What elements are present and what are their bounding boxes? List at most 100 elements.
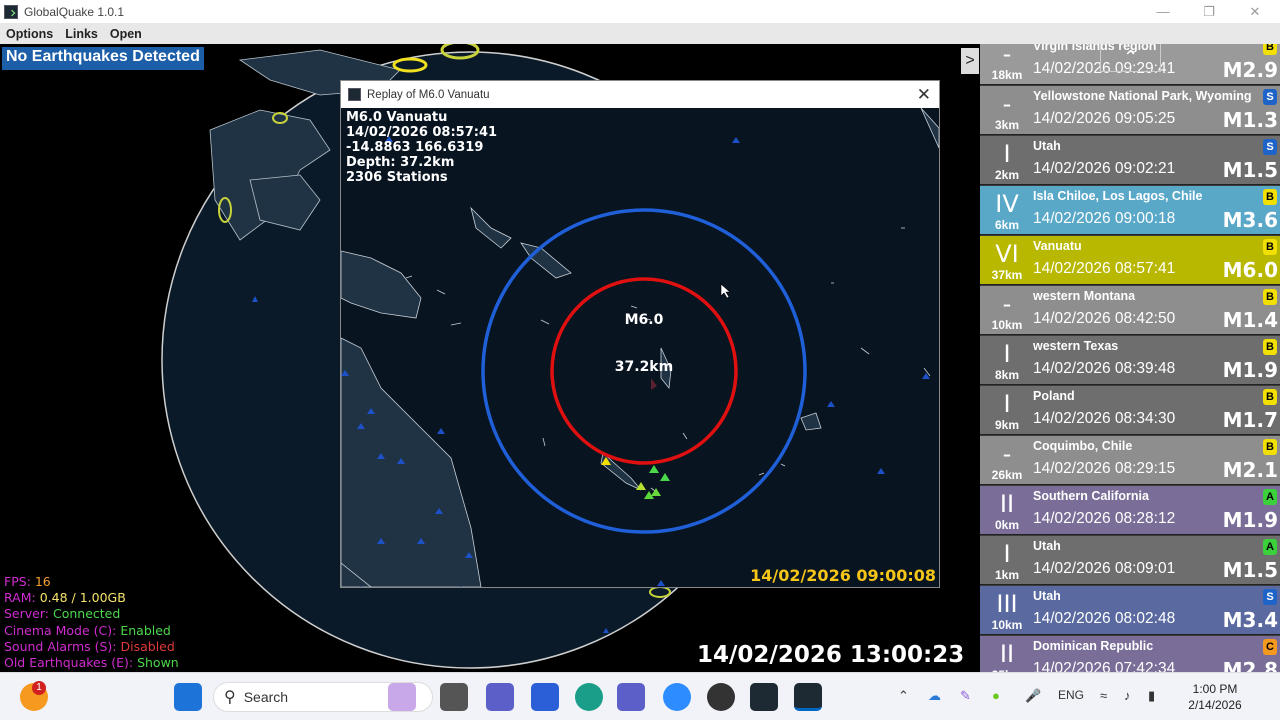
earthquake-intensity: VI (995, 240, 1019, 268)
earthquake-row[interactable]: I 1km Utah 14/02/2026 08:09:01 M1.5 A (980, 536, 1280, 585)
app-tray-icon[interactable]: ● (992, 688, 1000, 703)
fps-value: 16 (34, 574, 51, 589)
event-coordinates: -14.8863 166.6319 (346, 140, 484, 155)
volume-icon[interactable]: ♪ (1124, 688, 1131, 703)
utc-clock: 14/02/2026 13:00:23 (697, 642, 965, 668)
wifi-icon[interactable]: ≈ (1100, 688, 1107, 703)
earthquake-source-badge: A (1263, 539, 1277, 555)
teams-icon[interactable] (617, 683, 645, 711)
earthquake-row[interactable]: I 8km western Texas 14/02/2026 08:39:48 M1.9… (980, 336, 1280, 385)
earthquake-intensity: II (999, 640, 1015, 668)
taskbar: 1 ⚲ Search ⌃ ☁ ✎ ● 🎤 ENG ≈ ♪ ▮ 1:00 PM 2… (0, 672, 1280, 720)
earthquake-intensity: I (1003, 140, 1011, 168)
sound-value: Disabled (120, 638, 175, 654)
earthquake-source-badge: S (1263, 89, 1277, 105)
earthquake-row[interactable]: I 2km Utah 14/02/2026 09:02:21 M1.5 S (980, 136, 1280, 185)
earthquake-magnitude: M1.4 (1222, 308, 1278, 332)
earthquake-time: 14/02/2026 08:09:01 (1033, 560, 1176, 577)
earthquake-row[interactable]: -26km Coquimbo, Chile 14/02/2026 08:29:15 M… (980, 436, 1280, 485)
file-explorer-icon[interactable] (440, 683, 468, 711)
earthquake-time: 14/02/2026 09:00:18 (1033, 210, 1176, 227)
earthquake-source-badge: B (1263, 339, 1277, 355)
earthquake-row[interactable]: II25kmDominican Republic14/02/2026 07:42… (980, 636, 1280, 672)
start-icon[interactable] (174, 683, 202, 711)
earthquake-source-badge: C (1263, 639, 1277, 655)
toggle-list-button[interactable]: > (961, 48, 979, 74)
close-dialog-button[interactable]: ✕ (917, 85, 931, 105)
app-icon (348, 88, 361, 101)
teams-chat-icon[interactable] (486, 683, 514, 711)
ram-value: 0.48 / 1.00GB (39, 590, 126, 606)
earthquake-depth: 8km (994, 368, 1020, 382)
zoom-icon[interactable] (663, 683, 691, 711)
earthquake-region: Coquimbo, Chile (1033, 439, 1133, 453)
replay-time: 14/02/2026 09:00:08 (750, 566, 936, 585)
earthquake-magnitude: M3.4 (1222, 608, 1278, 632)
maximize-button[interactable]: ❐ (1186, 0, 1232, 23)
pen-icon[interactable]: ✎ (960, 688, 971, 704)
replay-dialog-titlebar: Replay of M6.0 Vanuatu ✕ (341, 81, 939, 108)
widget-icon[interactable] (388, 683, 416, 711)
earthquake-depth: 18km (991, 68, 1023, 82)
old-quakes-value: Shown (137, 655, 179, 671)
battery-icon[interactable]: ▮ (1148, 688, 1155, 704)
event-title: M6.0 Vanuatu (346, 110, 448, 125)
earthquake-row[interactable]: -10km western Montana 14/02/2026 08:42:50 M… (980, 286, 1280, 335)
earthquake-list[interactable]: -18km Virgin Islands region 14/02/2026 09:… (980, 44, 1280, 672)
earthquake-magnitude: M1.9 (1222, 508, 1278, 532)
language-indicator[interactable]: ENG (1058, 688, 1084, 702)
minimize-button[interactable]: — (1140, 0, 1186, 23)
app-icon (4, 4, 18, 19)
earthquake-region: Yellowstone National Park, Wyoming (1033, 89, 1252, 103)
earthquake-intensity: - (1002, 90, 1012, 118)
microphone-icon[interactable]: 🎤 (1025, 688, 1041, 704)
earthquake-magnitude: M1.5 (1222, 558, 1278, 582)
earthquake-region: Utah (1033, 589, 1061, 603)
stats-overlay: FPS: 16 RAM: 0.48 / 1.00GB Server: Conne… (4, 574, 179, 671)
earthquake-region: Dominican Republic (1033, 639, 1154, 653)
cloud-icon[interactable]: ☁ (928, 688, 941, 704)
globalquake-active-icon[interactable] (794, 683, 822, 711)
earthquake-magnitude: M1.5 (1222, 158, 1278, 182)
globalquake-icon[interactable] (750, 683, 778, 711)
edge-browser-icon[interactable] (575, 683, 603, 711)
earthquake-row[interactable]: III 10km Utah 14/02/2026 08:02:48 M3.4 S (980, 586, 1280, 635)
earthquake-time: 14/02/2026 08:29:15 (1033, 460, 1176, 477)
notification-badge: 1 (32, 681, 46, 695)
replay-map[interactable]: M6.0 Vanuatu 14/02/2026 08:57:41 -14.886… (341, 108, 939, 587)
earthquake-magnitude: M3.6 (1222, 208, 1278, 232)
earthquake-source-badge: A (1263, 489, 1277, 505)
ram-label: RAM: (4, 590, 36, 606)
event-depth: Depth: 37.2km (346, 155, 455, 170)
server-value: Connected (52, 606, 121, 622)
earthquake-magnitude: M2.1 (1222, 458, 1278, 482)
earthquake-intensity: - (1002, 44, 1012, 68)
earthquake-row[interactable]: IV 6km Isla Chiloe, Los Lagos, Chile 14/02/… (980, 186, 1280, 235)
earthquake-time: 14/02/2026 08:57:41 (1033, 260, 1176, 277)
earthquake-row[interactable]: VI 37km Vanuatu 14/02/2026 08:57:41 M6.0 B (980, 236, 1280, 285)
event-origin-time: 14/02/2026 08:57:41 (346, 125, 498, 140)
obs-icon[interactable] (707, 683, 735, 711)
earthquake-depth: 9km (994, 418, 1020, 432)
earthquake-depth: 37km (991, 268, 1023, 282)
taskbar-clock[interactable]: 1:00 PM 2/14/2026 (1178, 681, 1252, 713)
scroll-up-button[interactable]: ⌃ (1100, 44, 1161, 72)
menu-options[interactable]: Options (0, 27, 59, 41)
menu-links[interactable]: Links (59, 27, 104, 41)
earthquake-time: 14/02/2026 07:42:34 (1033, 660, 1176, 672)
earthquake-time: 14/02/2026 08:39:48 (1033, 360, 1176, 377)
app-icon-blue[interactable] (531, 683, 559, 711)
earthquake-magnitude: M1.9 (1222, 358, 1278, 382)
earthquake-region: Poland (1033, 389, 1075, 403)
close-window-button[interactable]: ✕ (1232, 0, 1278, 23)
earthquake-source-badge: B (1263, 439, 1277, 455)
earthquake-row[interactable]: II 0km Southern California 14/02/2026 08:28… (980, 486, 1280, 535)
window-titlebar: GlobalQuake 1.0.1 — ❐ ✕ (0, 0, 1280, 23)
menu-open[interactable]: Open (104, 27, 148, 41)
earthquake-row[interactable]: I 9km Poland 14/02/2026 08:34:30 M1.7 B (980, 386, 1280, 435)
earthquake-row[interactable]: -3km Yellowstone National Park, Wyoming 14… (980, 86, 1280, 135)
earthquake-source-badge: B (1263, 189, 1277, 205)
chevron-up-icon[interactable]: ⌃ (898, 688, 909, 704)
menu-bar: Options Links Open (0, 23, 1280, 44)
earthquake-depth: 26km (991, 468, 1023, 482)
